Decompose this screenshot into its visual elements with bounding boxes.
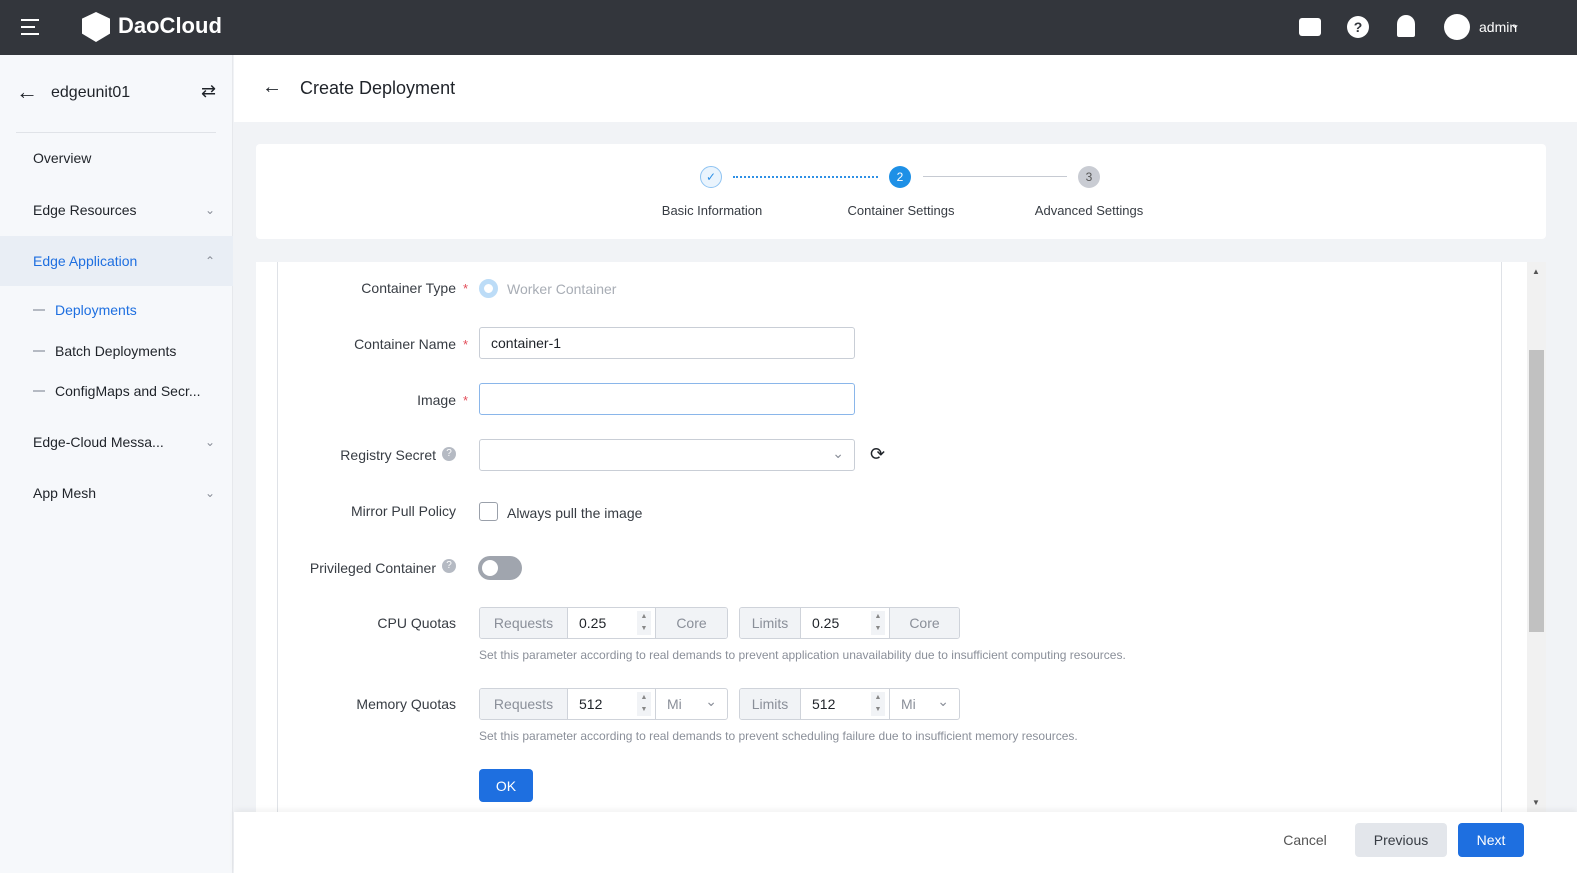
stepper-icon[interactable]: ▲ ▼ — [637, 611, 651, 635]
container-name-label: Container Name — [354, 336, 456, 352]
value: Mi — [667, 696, 682, 712]
chevron-down-icon[interactable]: ⌄ — [1510, 17, 1520, 31]
step-label: Advanced Settings — [1034, 203, 1144, 218]
sidebar-item-edge-application[interactable]: Edge Application ⌃ — [0, 236, 233, 286]
top-bar: DaoCloud ? admin ⌄ — [0, 0, 1577, 55]
steps-card: ✓ 2 3 Basic Information Container Settin… — [256, 144, 1546, 239]
avatar[interactable] — [1444, 14, 1470, 40]
memory-requests-input[interactable]: 512 ▲ ▼ — [568, 689, 656, 719]
memory-requests-group: Requests 512 ▲ ▼ Mi ⌄ — [479, 688, 728, 720]
label: Deployments — [55, 302, 137, 318]
value: 512 — [579, 696, 603, 712]
value: 0.25 — [579, 615, 607, 631]
menu-icon[interactable] — [21, 19, 41, 35]
image-input[interactable] — [479, 383, 855, 415]
back-arrow-icon[interactable]: ← — [262, 76, 282, 99]
label: Edge-Cloud Messa... — [33, 434, 164, 450]
sidebar: ← edgeunit01 ⇄ Overview Edge Resources ⌄ … — [0, 55, 233, 873]
step-3-icon: 3 — [1078, 166, 1100, 188]
value: 0.25 — [812, 615, 840, 631]
sidebar-item-overview[interactable]: Overview — [0, 133, 233, 183]
chevron-down-icon: ⌄ — [204, 486, 215, 500]
cpu-requests-group: Requests 0.25 ▲ ▼ Core — [479, 607, 728, 639]
chevron-down-icon: ⌄ — [705, 693, 717, 709]
sidebar-item-edge-cloud-messaging[interactable]: Edge-Cloud Messa... ⌄ — [0, 417, 233, 467]
memory-limits-group: Limits 512 ▲ ▼ Mi ⌄ — [739, 688, 960, 720]
label: Edge Resources — [33, 202, 137, 218]
back-arrow-icon[interactable]: ← — [16, 79, 38, 105]
worker-container-label: Worker Container — [507, 281, 617, 297]
registry-secret-select[interactable]: ⌄ — [479, 439, 855, 471]
refresh-icon[interactable]: ⟳ — [870, 444, 885, 465]
cpu-hint: Set this parameter according to real dem… — [479, 648, 1126, 662]
chevron-down-icon: ⌄ — [832, 445, 844, 461]
sidebar-item-app-mesh[interactable]: App Mesh ⌄ — [0, 468, 233, 518]
footer: Cancel Previous Next — [234, 812, 1577, 873]
cpu-unit: Core — [890, 608, 959, 638]
value: 512 — [812, 696, 836, 712]
step-label: Basic Information — [661, 203, 763, 218]
always-pull-label: Always pull the image — [507, 505, 643, 521]
brand-name: DaoCloud — [118, 13, 222, 38]
requests-addon: Requests — [480, 689, 568, 719]
chevron-down-icon: ⌄ — [204, 435, 215, 449]
previous-button[interactable]: Previous — [1355, 823, 1447, 857]
label: App Mesh — [33, 485, 97, 501]
sidebar-subitem-deployments[interactable]: Deployments — [33, 302, 137, 318]
cpu-unit: Core — [656, 608, 727, 638]
pull-policy-label: Mirror Pull Policy — [350, 503, 456, 519]
bell-icon[interactable] — [1397, 15, 1415, 37]
worker-container-radio[interactable] — [479, 279, 498, 298]
next-button[interactable]: Next — [1458, 823, 1524, 857]
sidebar-subitem-configmaps[interactable]: ConfigMaps and Secr... — [33, 383, 201, 399]
cpu-limits-group: Limits 0.25 ▲ ▼ Core — [739, 607, 960, 639]
page-header: ← Create Deployment — [234, 55, 1577, 122]
switch-icon[interactable]: ⇄ — [201, 81, 216, 102]
limits-addon: Limits — [740, 608, 801, 638]
label: Batch Deployments — [55, 343, 177, 359]
memory-unit-select[interactable]: Mi ⌄ — [656, 689, 727, 719]
cancel-button[interactable]: Cancel — [1270, 823, 1340, 857]
step-done-icon: ✓ — [700, 166, 722, 188]
stepper-icon[interactable]: ▲ ▼ — [637, 692, 651, 716]
always-pull-checkbox[interactable] — [479, 502, 498, 521]
requests-addon: Requests — [480, 608, 568, 638]
cpu-quotas-label: CPU Quotas — [377, 615, 456, 631]
memory-hint: Set this parameter according to real dem… — [479, 729, 1078, 743]
help-icon: ? — [442, 447, 456, 461]
label: ConfigMaps and Secr... — [55, 383, 201, 399]
cpu-limits-input[interactable]: 0.25 ▲ ▼ — [801, 608, 890, 638]
memory-limits-input[interactable]: 512 ▲ ▼ — [801, 689, 890, 719]
limits-addon: Limits — [740, 689, 801, 719]
chevron-down-icon: ⌄ — [937, 693, 949, 709]
value: Mi — [901, 696, 916, 712]
step-label: Container Settings — [847, 203, 955, 218]
container-type-label: Container Type — [361, 280, 456, 296]
help-icon[interactable]: ? — [1347, 16, 1369, 38]
memory-unit-select[interactable]: Mi ⌄ — [890, 689, 959, 719]
sidebar-subitem-batch-deployments[interactable]: Batch Deployments — [33, 343, 176, 359]
image-label: Image — [417, 392, 456, 408]
privileged-toggle[interactable] — [478, 556, 522, 580]
ok-button[interactable]: OK — [479, 769, 533, 802]
stepper-icon[interactable]: ▲ ▼ — [871, 611, 885, 635]
memory-quotas-label: Memory Quotas — [356, 696, 456, 712]
cpu-requests-input[interactable]: 0.25 ▲ ▼ — [568, 608, 656, 638]
message-icon[interactable] — [1299, 18, 1321, 36]
registry-secret-label: Registry Secret — [340, 447, 436, 463]
chevron-down-icon: ⌄ — [204, 203, 215, 217]
daocloud-logo-icon — [82, 12, 110, 42]
label: Edge Application — [33, 253, 138, 269]
chevron-up-icon: ⌃ — [204, 254, 215, 268]
privileged-label: Privileged Container — [309, 560, 436, 576]
stepper-icon[interactable]: ▲ ▼ — [871, 692, 885, 716]
scrollbar[interactable]: ▲ ▼ — [1527, 262, 1546, 812]
sidebar-item-edge-resources[interactable]: Edge Resources ⌄ — [0, 185, 233, 235]
container-name-input[interactable]: container-1 — [479, 327, 855, 359]
help-icon: ? — [442, 559, 456, 573]
unit-name: edgeunit01 — [51, 84, 131, 101]
label: Overview — [33, 150, 92, 166]
page-title: Create Deployment — [300, 78, 456, 98]
step-2-icon: 2 — [889, 166, 911, 188]
